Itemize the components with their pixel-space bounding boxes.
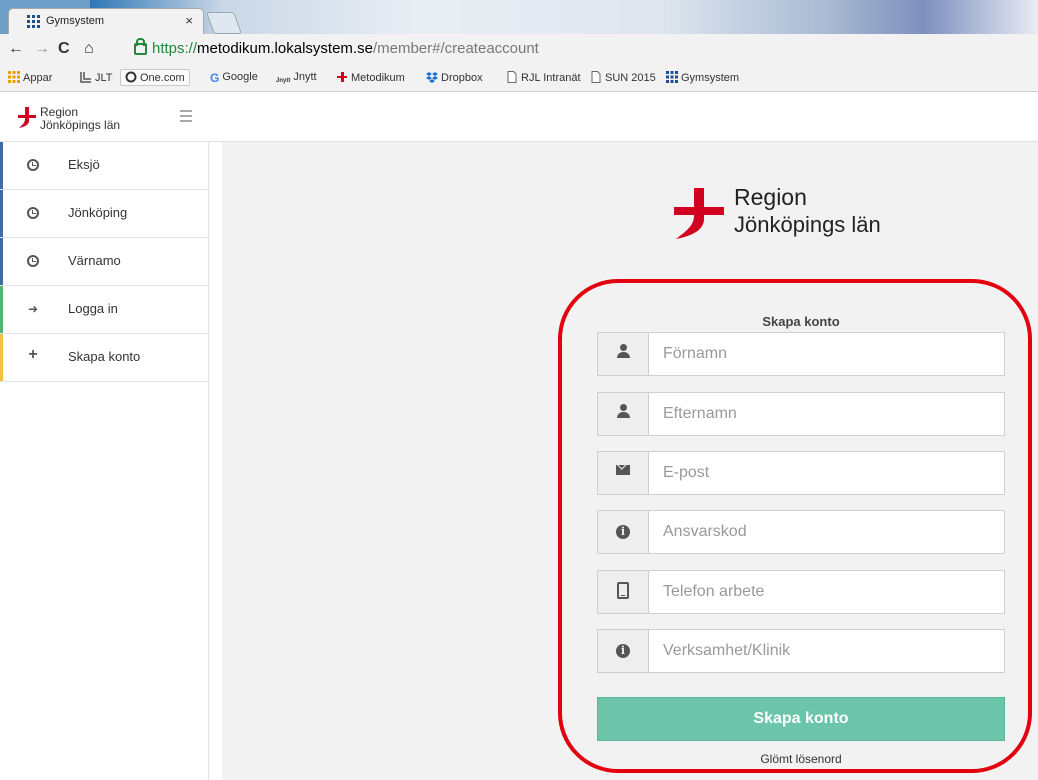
field-addon — [598, 333, 649, 375]
region-cross-icon — [674, 188, 724, 239]
form-title: Skapa konto — [762, 314, 840, 329]
sidebar-item-label: Jönköping — [68, 205, 128, 220]
apps-grid-icon — [8, 71, 20, 83]
back-arrow-icon[interactable]: ← — [8, 40, 24, 58]
phone-icon — [617, 582, 629, 599]
sidebar-item-label: Eksjö — [68, 157, 100, 172]
sidebar-item-label: Värnamo — [68, 253, 121, 268]
app-header: Region Jönköpings län — [0, 92, 1038, 142]
sidebar-item-varnamo[interactable]: Värnamo — [0, 238, 208, 286]
page-icon — [507, 71, 517, 83]
sidebar-item-jonkoping[interactable]: Jönköping — [0, 190, 208, 238]
email-input[interactable] — [649, 452, 1003, 494]
sidebar-accent-bar — [0, 142, 3, 189]
plus-icon: + — [28, 346, 38, 363]
bookmark-rjl-intranat[interactable]: RJL Intranät — [506, 71, 581, 84]
bookmark-sun-2015[interactable]: SUN 2015 — [590, 71, 656, 84]
sign-in-icon: ➜ — [27, 302, 39, 316]
brand-line2: Jönköpings län — [40, 118, 121, 132]
ansvarskod-input[interactable] — [649, 511, 1003, 553]
region-logo: Region Jönköpings län — [674, 184, 934, 244]
tab-close-icon[interactable]: × — [185, 13, 193, 28]
sidebar-item-skapa-konto[interactable]: + Skapa konto — [0, 334, 208, 382]
home-icon[interactable]: ⌂ — [84, 40, 94, 58]
email-field — [597, 451, 1005, 495]
user-icon — [616, 404, 630, 418]
clinic-input[interactable] — [649, 630, 1003, 672]
google-icon: G — [210, 71, 220, 85]
clock-icon — [27, 159, 39, 171]
lastname-input[interactable] — [649, 393, 1003, 435]
onecom-icon — [125, 71, 137, 83]
bookmark-onecom[interactable]: One.com — [120, 69, 190, 86]
gymsystem-icon — [666, 71, 678, 83]
ansvarskod-field: i — [597, 510, 1005, 554]
region-cross-icon — [337, 72, 347, 82]
field-addon — [598, 452, 649, 494]
sidebar-item-eksjo[interactable]: Eksjö — [0, 142, 208, 190]
region-cross-icon — [18, 107, 36, 128]
sidebar: Eksjö Jönköping Värnamo ➜ Logga in + Ska… — [0, 142, 209, 780]
create-account-button[interactable]: Skapa konto — [597, 697, 1005, 741]
url-host: metodikum.lokalsystem.se — [197, 40, 373, 57]
dropbox-icon — [426, 72, 438, 83]
phone-input[interactable] — [649, 571, 1003, 613]
brand-line1: Region — [40, 105, 79, 119]
info-icon: i — [616, 525, 630, 539]
sidebar-accent-bar — [0, 286, 3, 333]
field-addon — [598, 571, 649, 613]
bookmark-dropbox[interactable]: Dropbox — [426, 71, 483, 84]
sidebar-item-label: Logga in — [68, 301, 118, 316]
field-addon: i — [598, 630, 649, 672]
logo-line2: Jönköpings län — [734, 212, 881, 237]
sidebar-accent-bar — [0, 238, 3, 285]
sidebar-accent-bar — [0, 334, 3, 381]
bookmark-jnytt[interactable]: Jnytt Jnytt — [276, 71, 317, 90]
forgot-password-link[interactable]: Glömt lösenord — [597, 752, 1005, 766]
field-addon — [598, 393, 649, 435]
browser-tabstrip: Gymsystem × — [0, 0, 1038, 34]
sidebar-item-label: Skapa konto — [68, 349, 141, 364]
clock-icon — [27, 207, 39, 219]
phone-field — [597, 570, 1005, 614]
url-scheme: https:// — [152, 40, 198, 57]
main-content: Region Jönköpings län Skapa konto i i — [222, 142, 1038, 780]
gymsystem-favicon-icon — [27, 15, 40, 28]
clinic-field: i — [597, 629, 1005, 673]
tab-title: Gymsystem — [46, 15, 105, 27]
clock-icon — [27, 255, 39, 267]
url-text: https://metodikum.lokalsystem.se/member#… — [152, 40, 539, 57]
bookmark-gymsystem[interactable]: Gymsystem — [666, 71, 739, 84]
logo-line1: Region — [734, 184, 807, 210]
address-bar[interactable]: https://metodikum.lokalsystem.se/member#… — [130, 38, 1030, 60]
hamburger-menu-icon[interactable] — [180, 110, 192, 125]
firstname-field — [597, 332, 1005, 376]
forward-arrow-icon[interactable]: → — [34, 40, 50, 58]
bookmark-jlt[interactable]: JLT — [80, 71, 113, 84]
info-icon: i — [616, 644, 630, 658]
lastname-field — [597, 392, 1005, 436]
sidebar-item-logga-in[interactable]: ➜ Logga in — [0, 286, 208, 334]
lock-icon — [134, 38, 147, 55]
bookmarks-bar: Appar JLT One.com G Google Jnytt Jnytt Met… — [0, 66, 1038, 92]
firstname-input[interactable] — [649, 333, 1003, 375]
app: Region Jönköpings län Eksjö Jönköping Vä… — [0, 92, 1038, 780]
reload-icon[interactable]: C — [58, 40, 70, 58]
page-icon — [591, 71, 601, 83]
bookmark-metodikum[interactable]: Metodikum — [336, 71, 405, 84]
jlt-icon — [80, 72, 91, 83]
jnytt-icon: Jnytt — [276, 78, 291, 84]
bookmark-appar[interactable]: Appar — [8, 71, 52, 84]
envelope-icon — [616, 465, 630, 475]
field-addon: i — [598, 511, 649, 553]
user-icon — [616, 344, 630, 358]
url-path: /member#/createaccount — [372, 40, 539, 57]
browser-toolbar: ← → C ⌂ https://metodikum.lokalsystem.se… — [0, 34, 1038, 66]
bookmark-google[interactable]: G Google — [210, 71, 258, 85]
browser-tab[interactable]: Gymsystem × — [8, 8, 204, 34]
sidebar-accent-bar — [0, 190, 3, 237]
